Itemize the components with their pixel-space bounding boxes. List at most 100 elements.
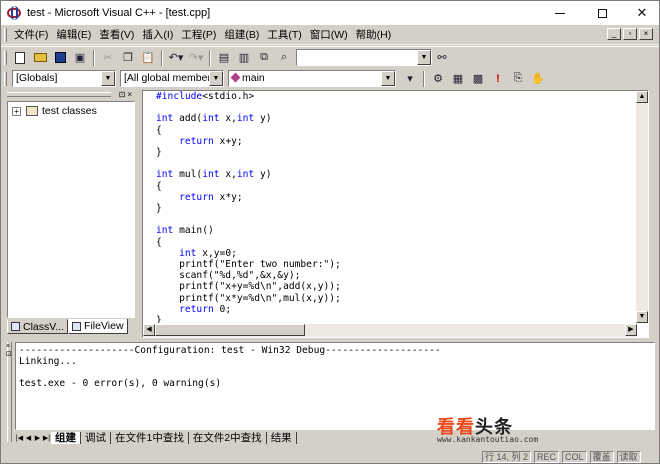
compile-button[interactable]: ⚙ — [429, 70, 447, 88]
tab-debug[interactable]: 调试 — [81, 432, 111, 444]
code-line: int x,y=0; — [179, 247, 237, 259]
tab-first-icon[interactable]: |◀ — [15, 433, 24, 444]
workspace-pane: ⊡× + test classes ClassV... FileView — [5, 90, 136, 337]
workspace-grip[interactable] — [7, 92, 111, 97]
save-button[interactable] — [51, 49, 69, 67]
menu-project[interactable]: 工程(P) — [177, 26, 220, 44]
expand-plus-icon[interactable]: + — [12, 106, 21, 116]
output-window-icon: ▥ — [238, 52, 250, 64]
code-keyword: int — [202, 169, 220, 181]
menu-build[interactable]: 组建(B) — [220, 26, 263, 44]
members-filter-combo[interactable]: [All global members ▼ — [120, 70, 224, 87]
find-button[interactable]: ⚯ — [433, 49, 451, 67]
scroll-up-button[interactable]: ▲ — [636, 91, 648, 103]
tab-find-in-files-1[interactable]: 在文件1中查找 — [111, 432, 189, 444]
class-scope-combo[interactable]: [Globals] ▼ — [12, 70, 116, 87]
rebuild-button[interactable]: ▩ — [469, 70, 487, 88]
wizard-bar: [Globals] ▼ [All global members ▼ main ▼… — [1, 68, 659, 89]
find-combo[interactable]: ▼ — [296, 49, 432, 66]
mdi-close-button[interactable]: × — [639, 28, 653, 40]
tab-results[interactable]: 结果 — [267, 432, 297, 444]
source-code[interactable]: #include<stdio.h> int add(int x,int y){ … — [156, 91, 636, 323]
editor-horizontal-scrollbar[interactable]: ◀ ▶ — [143, 324, 637, 337]
wizard-action-icon: ▾ — [407, 73, 413, 85]
title-bar[interactable]: test - Microsoft Visual C++ - [test.cpp]… — [1, 1, 659, 25]
menu-view[interactable]: 查看(V) — [95, 26, 138, 44]
open-button[interactable] — [31, 49, 49, 67]
execute-button[interactable]: ! — [489, 70, 507, 88]
output-line: --------------------Configuration: test … — [19, 345, 441, 356]
maximize-icon — [597, 8, 607, 18]
cut-button[interactable]: ✂ — [99, 49, 117, 67]
redo-button[interactable]: ↷▾ — [187, 49, 205, 67]
code-line: printf("x+y=%d\n",add(x,y)); — [156, 281, 341, 293]
site-watermark: 看看头条 www.kankantoutiao.com — [437, 413, 647, 447]
code-editor[interactable]: #include<stdio.h> int add(int x,int y){ … — [142, 90, 649, 338]
menu-bar: 文件(F) 编辑(E) 查看(V) 插入(I) 工程(P) 组建(B) 工具(T… — [1, 25, 659, 45]
go-button[interactable]: ⎘ — [509, 70, 527, 88]
tab-last-icon[interactable]: ▶| — [42, 433, 51, 444]
wizard-action-button[interactable]: ▾ — [401, 70, 419, 88]
function-combo[interactable]: main ▼ — [228, 70, 396, 87]
workspace-toggle-button[interactable]: ▤ — [215, 49, 233, 67]
chevron-down-icon[interactable]: ▼ — [417, 50, 431, 65]
code-line: } — [156, 203, 162, 215]
menu-tools[interactable]: 工具(T) — [263, 26, 305, 44]
visual-cpp-app-icon — [7, 6, 21, 20]
scroll-down-button[interactable]: ▼ — [636, 311, 648, 323]
horizontal-scroll-thumb[interactable] — [155, 324, 305, 336]
code-line: { — [156, 180, 162, 192]
tab-build[interactable]: 组建 — [51, 432, 81, 444]
output-toggle-button[interactable]: ▥ — [235, 49, 253, 67]
tree-item-test-classes[interactable]: + test classes — [12, 105, 97, 117]
copy-button[interactable]: ❐ — [119, 49, 137, 67]
tab-next-icon[interactable]: ▶ — [33, 433, 42, 444]
save-all-icon: ▣ — [74, 52, 86, 64]
scroll-right-button[interactable]: ▶ — [625, 324, 637, 336]
scroll-left-button[interactable]: ◀ — [143, 324, 155, 336]
save-all-button[interactable]: ▣ — [71, 49, 89, 67]
breakpoint-button[interactable]: ✋ — [529, 70, 547, 88]
chevron-down-icon[interactable]: ▼ — [209, 71, 223, 86]
window-list-button[interactable]: ⧉ — [255, 49, 273, 67]
tab-fileview[interactable]: FileView — [68, 319, 128, 334]
main-window: test - Microsoft Visual C++ - [test.cpp]… — [0, 0, 660, 464]
tab-prev-icon[interactable]: ◀ — [24, 433, 33, 444]
menu-bar-grip[interactable] — [4, 27, 7, 42]
toolbar-grip[interactable] — [4, 50, 7, 65]
menu-file[interactable]: 文件(F) — [10, 26, 52, 44]
maximize-button[interactable] — [587, 1, 617, 25]
undo-button[interactable]: ↶▾ — [167, 49, 185, 67]
code-line: #include<stdio.h> — [156, 91, 255, 102]
find-in-files-button[interactable]: ⌕ — [275, 49, 293, 67]
code-keyword: return — [179, 191, 214, 203]
minimize-icon — [555, 12, 565, 14]
tab-find-in-files-2[interactable]: 在文件2中查找 — [189, 432, 267, 444]
new-file-button[interactable] — [11, 49, 29, 67]
chevron-down-icon[interactable]: ▼ — [101, 71, 115, 86]
tab-classview[interactable]: ClassV... — [7, 319, 69, 334]
mdi-minimize-button[interactable]: _ — [607, 28, 621, 40]
workspace-pane-buttons[interactable]: ⊡× — [119, 90, 134, 99]
menu-edit[interactable]: 编辑(E) — [52, 26, 95, 44]
close-button[interactable]: ✕ — [627, 1, 657, 25]
code-keyword: int — [179, 247, 197, 259]
workspace-icon: ▤ — [218, 52, 230, 64]
editor-vertical-scrollbar[interactable]: ▲ ▼ — [636, 91, 648, 323]
mdi-restore-button[interactable]: ▫ — [623, 28, 637, 40]
paste-button[interactable]: 📋 — [139, 49, 157, 67]
output-pane-buttons[interactable]: × ⊡ — [6, 343, 12, 359]
code-line: return 0; — [179, 303, 232, 315]
status-read: 读取 — [616, 451, 641, 463]
menu-window[interactable]: 窗口(W) — [306, 26, 352, 44]
minimize-button[interactable] — [545, 1, 575, 25]
class-tree[interactable]: + test classes — [7, 101, 135, 318]
find-in-files-icon: ⌕ — [280, 51, 288, 63]
toolbar-separator — [423, 70, 425, 87]
chevron-down-icon[interactable]: ▼ — [381, 71, 395, 86]
menu-insert[interactable]: 插入(I) — [138, 26, 177, 44]
wizard-bar-grip[interactable] — [4, 71, 7, 86]
menu-help[interactable]: 帮助(H) — [352, 26, 396, 44]
build-button[interactable]: ▦ — [449, 70, 467, 88]
